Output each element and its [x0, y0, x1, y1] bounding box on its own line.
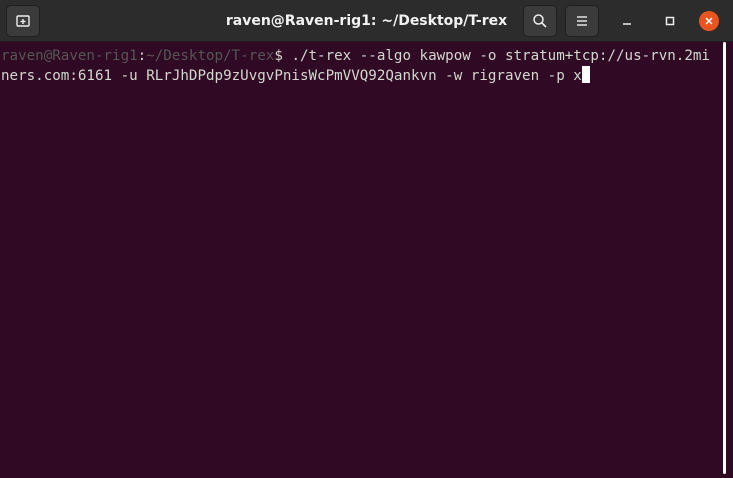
terminal-window: raven@Raven-rig1: ~/Desktop/T-rex raven@… — [0, 0, 733, 478]
minimize-icon — [623, 23, 631, 25]
hamburger-menu-icon — [577, 16, 587, 26]
search-icon — [533, 14, 547, 28]
title-bar[interactable]: raven@Raven-rig1: ~/Desktop/T-rex — [0, 0, 733, 42]
new-tab-icon — [16, 15, 30, 27]
close-button[interactable] — [699, 11, 719, 31]
terminal-output: raven@Raven-rig1:~/Desktop/T-rex$ ./t-re… — [1, 46, 716, 86]
close-icon — [705, 17, 713, 25]
scrollbar[interactable] — [723, 42, 726, 474]
maximize-icon — [665, 16, 675, 26]
maximize-button[interactable] — [660, 11, 680, 31]
search-button[interactable] — [523, 5, 557, 37]
prompt-user: raven@Raven-rig1 — [1, 48, 138, 64]
prompt-path: ~/Desktop/T-rex — [146, 48, 275, 64]
menu-button[interactable] — [565, 5, 599, 37]
minimize-button[interactable] — [617, 11, 637, 31]
new-tab-button[interactable] — [6, 5, 40, 37]
text-cursor — [581, 66, 590, 83]
prompt-separator: : — [137, 48, 147, 64]
prompt-symbol: $ — [274, 48, 292, 64]
terminal-area[interactable]: raven@Raven-rig1:~/Desktop/T-rex$ ./t-re… — [0, 42, 733, 478]
